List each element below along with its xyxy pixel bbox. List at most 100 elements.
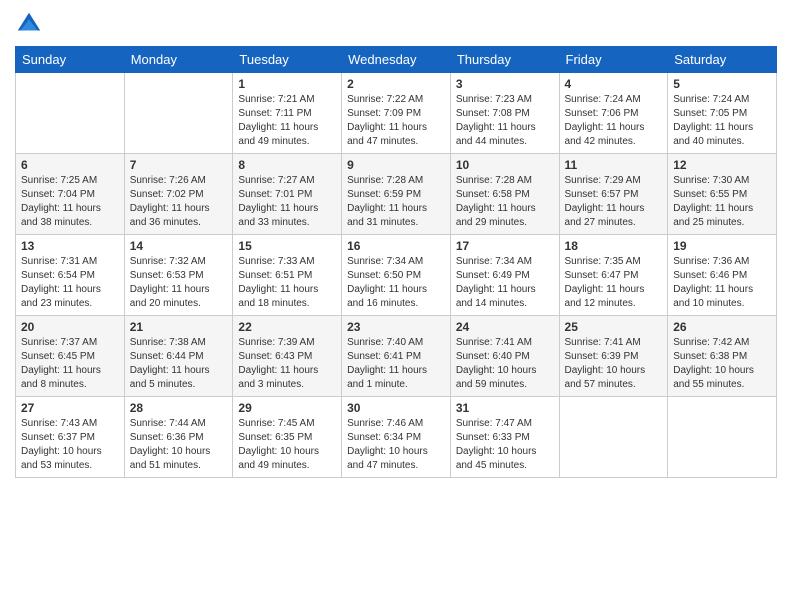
day-info: Sunrise: 7:23 AM Sunset: 7:08 PM Dayligh… (456, 93, 554, 149)
day-number: 7 (130, 158, 228, 172)
calendar-cell: 19Sunrise: 7:36 AM Sunset: 6:46 PM Dayli… (668, 235, 777, 316)
calendar-table: SundayMondayTuesdayWednesdayThursdayFrid… (15, 46, 777, 478)
calendar-cell: 14 Sunrise: 7:32 AM Sunset: 6:53 PM Dayli… (124, 235, 233, 316)
day-number: 24 (456, 320, 554, 334)
weekday-header-wednesday: Wednesday (342, 47, 451, 73)
day-number: 13 (21, 239, 119, 253)
weekday-header-monday: Monday (124, 47, 233, 73)
day-info: Sunrise: 7:31 AM Sunset: 6:54 PM Dayligh… (21, 255, 119, 311)
calendar-cell: 10Sunrise: 7:28 AM Sunset: 6:58 PM Dayli… (450, 154, 559, 235)
calendar-cell: 11 Sunrise: 7:29 AM Sunset: 6:57 PM Dayli… (559, 154, 668, 235)
day-number: 16 (347, 239, 445, 253)
day-number: 23 (347, 320, 445, 334)
week-row-4: 20Sunrise: 7:37 AM Sunset: 6:45 PM Dayli… (16, 316, 777, 397)
day-info: Sunrise: 7:46 AM Sunset: 6:34 PM Dayligh… (347, 417, 445, 473)
calendar-cell: 17 Sunrise: 7:34 AM Sunset: 6:49 PM Dayli… (450, 235, 559, 316)
day-number: 17 (456, 239, 554, 253)
calendar-cell: 27 Sunrise: 7:43 AM Sunset: 6:37 PM Dayli… (16, 397, 125, 478)
calendar-cell: 23 Sunrise: 7:40 AM Sunset: 6:41 PM Dayli… (342, 316, 451, 397)
calendar-cell: 24 Sunrise: 7:41 AM Sunset: 6:40 PM Dayli… (450, 316, 559, 397)
day-info: Sunrise: 7:42 AM Sunset: 6:38 PM Dayligh… (673, 336, 771, 392)
day-number: 21 (130, 320, 228, 334)
weekday-header-tuesday: Tuesday (233, 47, 342, 73)
day-info: Sunrise: 7:34 AM Sunset: 6:50 PM Dayligh… (347, 255, 445, 311)
weekday-header-sunday: Sunday (16, 47, 125, 73)
calendar-cell: 6 Sunrise: 7:25 AM Sunset: 7:04 PM Daylig… (16, 154, 125, 235)
calendar-cell: 9 Sunrise: 7:28 AM Sunset: 6:59 PM Daylig… (342, 154, 451, 235)
calendar-cell (559, 397, 668, 478)
calendar-cell: 2 Sunrise: 7:22 AM Sunset: 7:09 PM Daylig… (342, 73, 451, 154)
day-info: Sunrise: 7:41 AM Sunset: 6:39 PM Dayligh… (565, 336, 663, 392)
day-info: Sunrise: 7:24 AM Sunset: 7:06 PM Dayligh… (565, 93, 663, 149)
day-info: Sunrise: 7:24 AM Sunset: 7:05 PM Dayligh… (673, 93, 771, 149)
day-info: Sunrise: 7:43 AM Sunset: 6:37 PM Dayligh… (21, 417, 119, 473)
day-number: 11 (565, 158, 663, 172)
day-info: Sunrise: 7:30 AM Sunset: 6:55 PM Dayligh… (673, 174, 771, 230)
day-number: 19 (673, 239, 771, 253)
day-info: Sunrise: 7:34 AM Sunset: 6:49 PM Dayligh… (456, 255, 554, 311)
calendar-cell: 3 Sunrise: 7:23 AM Sunset: 7:08 PM Daylig… (450, 73, 559, 154)
day-number: 12 (673, 158, 771, 172)
day-number: 18 (565, 239, 663, 253)
day-info: Sunrise: 7:25 AM Sunset: 7:04 PM Dayligh… (21, 174, 119, 230)
day-info: Sunrise: 7:37 AM Sunset: 6:45 PM Dayligh… (21, 336, 119, 392)
day-info: Sunrise: 7:32 AM Sunset: 6:53 PM Dayligh… (130, 255, 228, 311)
day-info: Sunrise: 7:35 AM Sunset: 6:47 PM Dayligh… (565, 255, 663, 311)
calendar-cell: 21 Sunrise: 7:38 AM Sunset: 6:44 PM Dayli… (124, 316, 233, 397)
weekday-header-friday: Friday (559, 47, 668, 73)
day-info: Sunrise: 7:33 AM Sunset: 6:51 PM Dayligh… (238, 255, 336, 311)
day-number: 27 (21, 401, 119, 415)
day-info: Sunrise: 7:39 AM Sunset: 6:43 PM Dayligh… (238, 336, 336, 392)
day-info: Sunrise: 7:22 AM Sunset: 7:09 PM Dayligh… (347, 93, 445, 149)
day-info: Sunrise: 7:40 AM Sunset: 6:41 PM Dayligh… (347, 336, 445, 392)
day-info: Sunrise: 7:26 AM Sunset: 7:02 PM Dayligh… (130, 174, 228, 230)
day-info: Sunrise: 7:47 AM Sunset: 6:33 PM Dayligh… (456, 417, 554, 473)
day-number: 1 (238, 77, 336, 91)
weekday-header-saturday: Saturday (668, 47, 777, 73)
day-number: 8 (238, 158, 336, 172)
calendar-cell: 5 Sunrise: 7:24 AM Sunset: 7:05 PM Daylig… (668, 73, 777, 154)
day-number: 3 (456, 77, 554, 91)
week-row-5: 27 Sunrise: 7:43 AM Sunset: 6:37 PM Dayli… (16, 397, 777, 478)
day-info: Sunrise: 7:41 AM Sunset: 6:40 PM Dayligh… (456, 336, 554, 392)
calendar-cell: 8Sunrise: 7:27 AM Sunset: 7:01 PM Daylig… (233, 154, 342, 235)
calendar-cell: 20Sunrise: 7:37 AM Sunset: 6:45 PM Dayli… (16, 316, 125, 397)
header (15, 10, 777, 38)
calendar-cell: 4Sunrise: 7:24 AM Sunset: 7:06 PM Daylig… (559, 73, 668, 154)
day-number: 26 (673, 320, 771, 334)
week-row-1: 1Sunrise: 7:21 AM Sunset: 7:11 PM Daylig… (16, 73, 777, 154)
calendar-page: SundayMondayTuesdayWednesdayThursdayFrid… (0, 0, 792, 612)
day-info: Sunrise: 7:38 AM Sunset: 6:44 PM Dayligh… (130, 336, 228, 392)
day-number: 6 (21, 158, 119, 172)
day-info: Sunrise: 7:29 AM Sunset: 6:57 PM Dayligh… (565, 174, 663, 230)
day-number: 22 (238, 320, 336, 334)
day-number: 15 (238, 239, 336, 253)
day-number: 14 (130, 239, 228, 253)
calendar-cell: 22 Sunrise: 7:39 AM Sunset: 6:43 PM Dayli… (233, 316, 342, 397)
calendar-cell: 30 Sunrise: 7:46 AM Sunset: 6:34 PM Dayli… (342, 397, 451, 478)
calendar-cell: 25 Sunrise: 7:41 AM Sunset: 6:39 PM Dayli… (559, 316, 668, 397)
calendar-cell: 15 Sunrise: 7:33 AM Sunset: 6:51 PM Dayli… (233, 235, 342, 316)
day-number: 31 (456, 401, 554, 415)
calendar-cell: 7 Sunrise: 7:26 AM Sunset: 7:02 PM Daylig… (124, 154, 233, 235)
day-number: 10 (456, 158, 554, 172)
calendar-cell: 12 Sunrise: 7:30 AM Sunset: 6:55 PM Dayli… (668, 154, 777, 235)
day-info: Sunrise: 7:28 AM Sunset: 6:59 PM Dayligh… (347, 174, 445, 230)
week-row-3: 13 Sunrise: 7:31 AM Sunset: 6:54 PM Dayli… (16, 235, 777, 316)
day-number: 2 (347, 77, 445, 91)
day-number: 5 (673, 77, 771, 91)
calendar-cell (668, 397, 777, 478)
day-number: 25 (565, 320, 663, 334)
weekday-header-row: SundayMondayTuesdayWednesdayThursdayFrid… (16, 47, 777, 73)
week-row-2: 6 Sunrise: 7:25 AM Sunset: 7:04 PM Daylig… (16, 154, 777, 235)
calendar-cell (124, 73, 233, 154)
day-number: 9 (347, 158, 445, 172)
day-number: 29 (238, 401, 336, 415)
calendar-cell (16, 73, 125, 154)
calendar-cell: 18 Sunrise: 7:35 AM Sunset: 6:47 PM Dayli… (559, 235, 668, 316)
day-info: Sunrise: 7:45 AM Sunset: 6:35 PM Dayligh… (238, 417, 336, 473)
day-number: 30 (347, 401, 445, 415)
calendar-cell: 13 Sunrise: 7:31 AM Sunset: 6:54 PM Dayli… (16, 235, 125, 316)
day-number: 28 (130, 401, 228, 415)
calendar-cell: 29 Sunrise: 7:45 AM Sunset: 6:35 PM Dayli… (233, 397, 342, 478)
